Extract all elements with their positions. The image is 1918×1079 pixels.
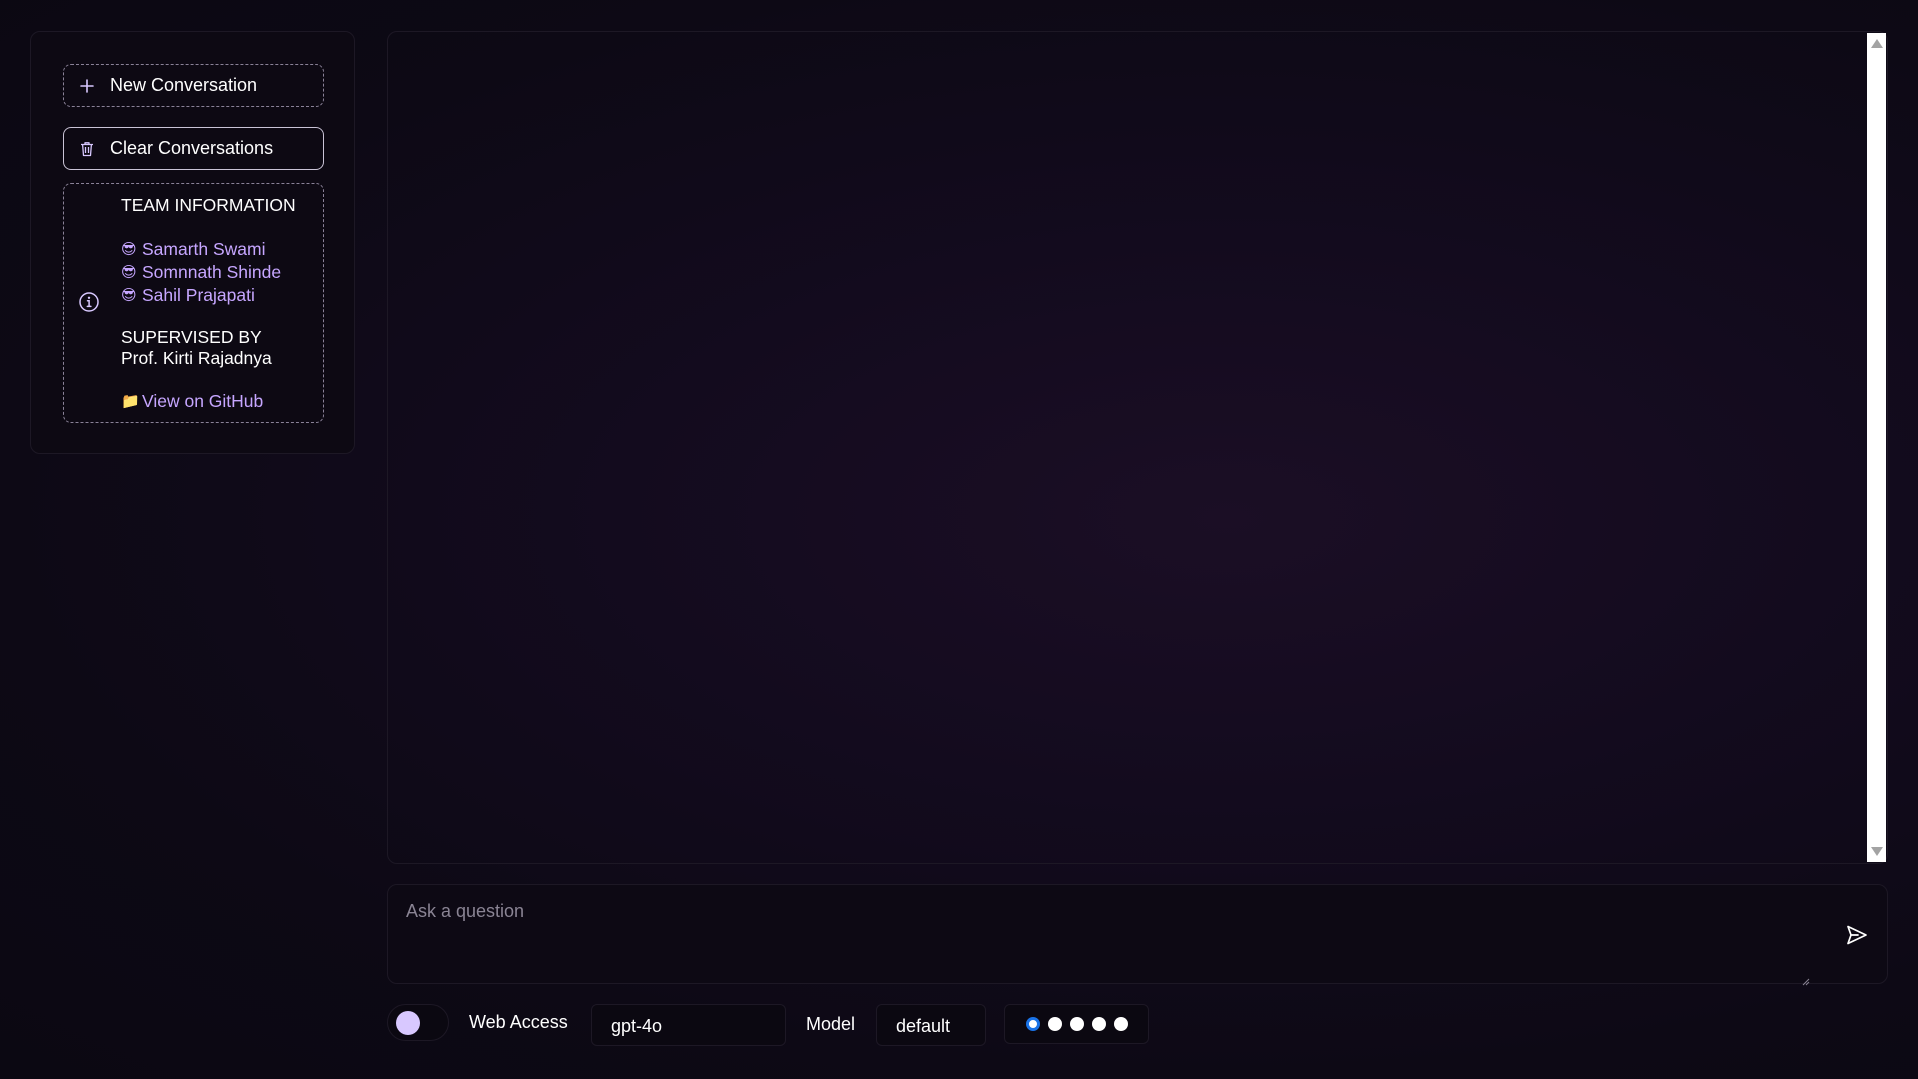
- team-member[interactable]: 😎 Samarth Swami: [121, 238, 296, 261]
- smiling-face-with-sunglasses-icon: 😎: [121, 287, 137, 304]
- send-button[interactable]: [1845, 923, 1869, 952]
- message-input-box: [387, 884, 1888, 986]
- plus-icon: [64, 78, 110, 93]
- model-variant-select[interactable]: default: [876, 1004, 986, 1046]
- chat-scrollbar[interactable]: [1867, 33, 1886, 862]
- chat-messages-area[interactable]: [387, 31, 1888, 864]
- supervised-by-block: SUPERVISED BY Prof. Kirti Rajadnya: [121, 327, 296, 369]
- style-radio-option[interactable]: [1114, 1017, 1128, 1031]
- style-radio-option[interactable]: [1026, 1017, 1040, 1031]
- clear-conversations-label: Clear Conversations: [110, 138, 274, 158]
- smiling-face-with-sunglasses-icon: 😎: [121, 264, 137, 281]
- send-icon: [1847, 925, 1867, 945]
- scroll-up-arrow-icon[interactable]: [1871, 39, 1883, 48]
- new-conversation-label: New Conversation: [110, 75, 258, 95]
- trash-icon: [64, 141, 110, 157]
- toggle-knob: [396, 1011, 420, 1035]
- smiling-face-with-sunglasses-icon: 😎: [121, 241, 137, 258]
- team-member-name: Sahil Prajapati: [142, 285, 255, 305]
- question-input[interactable]: [388, 885, 1808, 983]
- info-icon: [78, 291, 100, 318]
- supervised-by-heading: SUPERVISED BY: [121, 327, 262, 347]
- new-conversation-button[interactable]: New Conversation: [63, 64, 324, 107]
- supervisor-name: Prof. Kirti Rajadnya: [121, 348, 272, 368]
- folder-icon: 📁: [121, 393, 140, 410]
- view-on-github-label: View on GitHub: [142, 391, 264, 411]
- web-access-label: Web Access: [469, 1012, 568, 1032]
- sidebar: New Conversation Clear Conversations TEA…: [30, 31, 355, 454]
- team-member[interactable]: 😎 Somnnath Shinde: [121, 261, 296, 284]
- view-on-github-link[interactable]: 📁 View on GitHub: [121, 390, 296, 413]
- team-member-name: Somnnath Shinde: [142, 262, 282, 282]
- team-members-list: 😎 Samarth Swami 😎 Somnnath Shinde 😎 Sahi…: [121, 238, 296, 307]
- style-radio-option[interactable]: [1070, 1017, 1084, 1031]
- scroll-down-arrow-icon[interactable]: [1871, 847, 1883, 856]
- team-member[interactable]: 😎 Sahil Prajapati: [121, 284, 296, 307]
- team-member-name: Samarth Swami: [142, 239, 266, 259]
- model-name-select[interactable]: gpt-4o: [591, 1004, 786, 1046]
- team-information-heading: TEAM INFORMATION: [121, 195, 296, 215]
- web-access-toggle[interactable]: [387, 1004, 449, 1041]
- team-information-card: TEAM INFORMATION 😎 Samarth Swami 😎 Somnn…: [63, 183, 324, 423]
- style-radio-option[interactable]: [1092, 1017, 1106, 1031]
- model-label: Model: [806, 1014, 856, 1034]
- resize-handle-icon[interactable]: [1802, 973, 1810, 986]
- style-radio-option[interactable]: [1048, 1017, 1062, 1031]
- clear-conversations-button[interactable]: Clear Conversations: [63, 127, 324, 170]
- style-radio-group: [1004, 1004, 1149, 1044]
